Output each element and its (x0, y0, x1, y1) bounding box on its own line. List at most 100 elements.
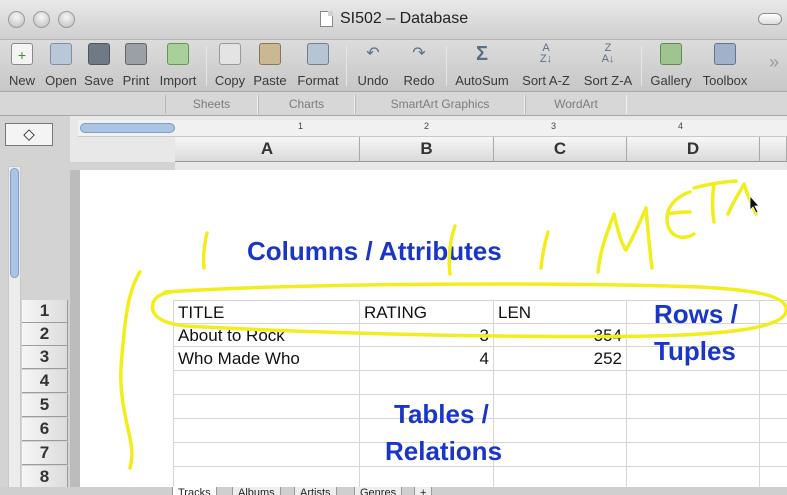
toolbox-button[interactable]: Toolbox (703, 40, 747, 92)
sheet-tab-albums[interactable]: Albums (232, 487, 281, 495)
row-header-2[interactable]: 2 (22, 323, 68, 346)
paste-label: Paste (253, 73, 287, 88)
cell-b2[interactable]: 3 (364, 324, 489, 347)
ruler-scroll-thumb[interactable] (80, 123, 175, 133)
printer-icon (125, 43, 147, 65)
open-button[interactable]: Open (45, 40, 77, 92)
column-header-e[interactable] (760, 137, 787, 162)
sort-za-button[interactable]: Z A↓ Sort Z-A (582, 40, 634, 92)
autosum-label: AutoSum (455, 73, 509, 88)
grid-line (173, 300, 174, 490)
close-window-button[interactable] (8, 11, 25, 28)
cell-a1[interactable]: TITLE (178, 301, 358, 324)
row-header-5[interactable]: 5 (22, 394, 68, 417)
sort-az-button[interactable]: A Z↓ Sort A-Z (520, 40, 572, 92)
horizontal-ruler: 1 2 3 4 (78, 120, 787, 137)
ribbon-tab-wordart[interactable]: WordArt (525, 95, 627, 114)
grid-line (626, 300, 627, 490)
copy-icon (219, 43, 241, 65)
annotation-tuples: Tuples (654, 336, 736, 366)
print-label: Print (122, 73, 150, 88)
format-label: Format (297, 73, 339, 88)
open-label: Open (45, 73, 77, 88)
ruler-mark: 2 (424, 121, 430, 131)
save-label: Save (84, 73, 114, 88)
row-header-7[interactable]: 7 (22, 442, 68, 465)
page-margin-shadow (70, 170, 80, 490)
ribbon-tab-charts[interactable]: Charts (258, 95, 355, 114)
open-folder-icon (50, 43, 72, 65)
undo-button[interactable]: ↶ Undo (356, 40, 390, 92)
select-all-button[interactable]: ◇ (5, 123, 53, 146)
annotation-relations: Relations (385, 436, 503, 466)
add-sheet-button[interactable]: + (414, 487, 433, 495)
gallery-icon (660, 43, 682, 65)
new-button[interactable]: + New (7, 40, 37, 92)
new-doc-icon: + (11, 43, 33, 65)
row-header-1[interactable]: 1 (22, 300, 68, 323)
sheet-tab-bar: Tracks Albums Artists Genres + (0, 487, 787, 495)
redo-label: Redo (403, 73, 435, 88)
sort-az-icon: A Z↓ (539, 42, 553, 65)
sheet-tab-artists[interactable]: Artists (294, 487, 337, 495)
row-header-4[interactable]: 4 (22, 370, 68, 393)
annotation-tables: Tables / (394, 399, 489, 429)
gallery-button[interactable]: Gallery (650, 40, 692, 92)
paste-icon (259, 43, 281, 65)
redo-button[interactable]: ↷ Redo (402, 40, 436, 92)
import-icon (167, 43, 189, 65)
redo-icon: ↷ (412, 45, 426, 62)
sheet-tab-tracks[interactable]: Tracks (172, 487, 217, 495)
toolbar-toggle-button[interactable] (758, 13, 782, 25)
ribbon-tab-sheets[interactable]: Sheets (165, 95, 258, 114)
column-headers: A B C D (175, 137, 787, 162)
sheet-tab-genres[interactable]: Genres (354, 487, 403, 495)
format-button[interactable]: Format (297, 40, 339, 92)
cell-c1[interactable]: LEN (498, 301, 625, 324)
cell-a2[interactable]: About to Rock (178, 324, 358, 347)
column-header-c[interactable]: C (494, 137, 627, 162)
toolbar: + New Open Save Print Import Copy Paste (0, 40, 787, 92)
toolbar-separator (346, 46, 347, 86)
ribbon-tab-smartart[interactable]: SmartArt Graphics (355, 95, 525, 114)
gallery-label: Gallery (650, 73, 692, 88)
paste-button[interactable]: Paste (253, 40, 287, 92)
sort-za-label: Sort Z-A (583, 73, 633, 88)
row-header-6[interactable]: 6 (22, 418, 68, 441)
zoom-window-button[interactable] (58, 11, 75, 28)
new-label: New (8, 73, 35, 88)
import-button[interactable]: Import (160, 40, 196, 92)
column-header-d[interactable]: D (627, 137, 760, 162)
save-button[interactable]: Save (84, 40, 114, 92)
toolbar-overflow-button[interactable]: » (769, 52, 779, 73)
cell-b3[interactable]: 4 (364, 347, 489, 370)
toolbox-label: Toolbox (702, 73, 748, 88)
minimize-window-button[interactable] (33, 11, 50, 28)
row-header-8[interactable]: 8 (22, 466, 68, 489)
sort-za-icon: Z A↓ (601, 42, 615, 65)
title-bar: SI502 – Database (0, 0, 787, 40)
undo-icon: ↶ (366, 45, 380, 62)
autosum-button[interactable]: Σ AutoSum (455, 40, 508, 92)
annotation-columns-attributes: Columns / Attributes (247, 236, 502, 266)
document-icon (320, 11, 333, 27)
copy-button[interactable]: Copy (214, 40, 246, 92)
toolbox-icon (714, 43, 736, 65)
vertical-ruler-thumb[interactable] (10, 168, 19, 278)
window-title: SI502 – Database (340, 10, 469, 27)
column-header-a[interactable]: A (175, 137, 360, 162)
cell-b1[interactable]: RATING (364, 301, 492, 324)
toolbar-separator (446, 46, 447, 86)
cell-c2[interactable]: 354 (498, 324, 622, 347)
column-header-b[interactable]: B (360, 137, 494, 162)
grid-line (173, 370, 787, 371)
spreadsheet-window: SI502 – Database + New Open Save Print I… (0, 0, 787, 495)
row-header-3[interactable]: 3 (22, 346, 68, 369)
print-button[interactable]: Print (121, 40, 151, 92)
cell-a3[interactable]: Who Made Who (178, 347, 358, 370)
toolbar-separator (206, 46, 207, 86)
sort-az-label: Sort A-Z (522, 73, 570, 88)
cell-c3[interactable]: 252 (498, 347, 622, 370)
grid-line (759, 300, 760, 490)
annotation-rows: Rows / (654, 299, 738, 329)
